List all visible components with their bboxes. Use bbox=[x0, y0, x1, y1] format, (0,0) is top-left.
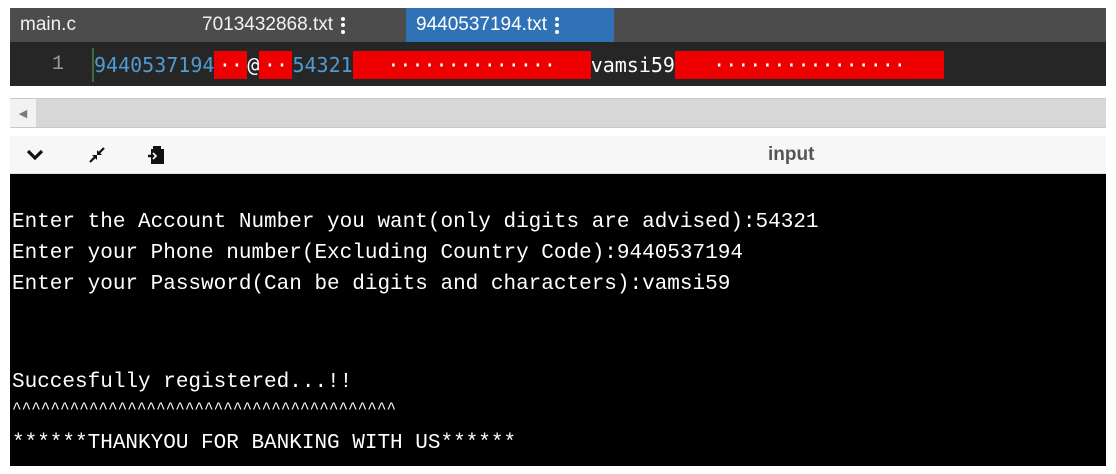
tab-9440537194-txt[interactable]: 9440537194.txt bbox=[406, 8, 614, 42]
whitespace-marker: ·· bbox=[214, 51, 248, 79]
line-number: 1 bbox=[51, 52, 64, 76]
terminal-line: Enter your Password(Can be digits and ch… bbox=[12, 273, 731, 296]
tab-label: 9440537194.txt bbox=[416, 14, 548, 35]
token-password: vamsi59 bbox=[590, 53, 675, 77]
whitespace-marker: ················ bbox=[674, 51, 944, 79]
token-account: 54321 bbox=[292, 53, 353, 77]
tab-label: main.c bbox=[20, 14, 76, 35]
input-label: input bbox=[768, 144, 815, 165]
clipboard-icon[interactable] bbox=[146, 144, 168, 166]
tab-main-c[interactable]: main.c bbox=[10, 8, 192, 42]
more-options-icon[interactable] bbox=[555, 16, 560, 34]
scroll-left-icon[interactable]: ◀ bbox=[10, 99, 36, 127]
chevron-down-icon[interactable] bbox=[24, 144, 46, 166]
whitespace-marker: ·············· bbox=[352, 51, 591, 79]
tab-label: 7013432868.txt bbox=[202, 14, 334, 35]
tab-bar: main.c 7013432868.txt 9440537194.txt bbox=[10, 8, 1106, 42]
whitespace-marker: ·· bbox=[259, 51, 293, 79]
more-options-icon[interactable] bbox=[341, 16, 346, 34]
tab-7013432868-txt[interactable]: 7013432868.txt bbox=[192, 8, 406, 42]
code-line[interactable]: 9440537194 ·· @ ·· 54321 ·············· … bbox=[94, 51, 944, 79]
top-strip bbox=[0, 0, 1116, 8]
token-at: @ bbox=[247, 53, 260, 77]
token-phone: 9440537194 bbox=[94, 53, 215, 77]
horizontal-scrollbar[interactable]: ◀ bbox=[10, 98, 1106, 128]
terminal-output: Enter the Account Number you want(only d… bbox=[10, 174, 1106, 466]
shrink-icon[interactable] bbox=[86, 144, 108, 166]
code-editor[interactable]: 1 9440537194 ·· @ ·· 54321 ·············… bbox=[10, 42, 1106, 86]
terminal-line: Enter the Account Number you want(only d… bbox=[12, 211, 819, 234]
bottom-strip bbox=[0, 466, 1116, 474]
console-toolbar: input bbox=[10, 136, 1106, 174]
terminal-line: Enter your Phone number(Excluding Countr… bbox=[12, 242, 743, 265]
terminal-line: Succesfully registered...!! bbox=[12, 371, 353, 394]
terminal-line: ^^^^^^^^^^^^^^^^^^^^^^^^^^^^^^^^^^^^^^^^ bbox=[12, 400, 397, 418]
terminal-line: ******THANKYOU FOR BANKING WITH US****** bbox=[12, 432, 517, 455]
